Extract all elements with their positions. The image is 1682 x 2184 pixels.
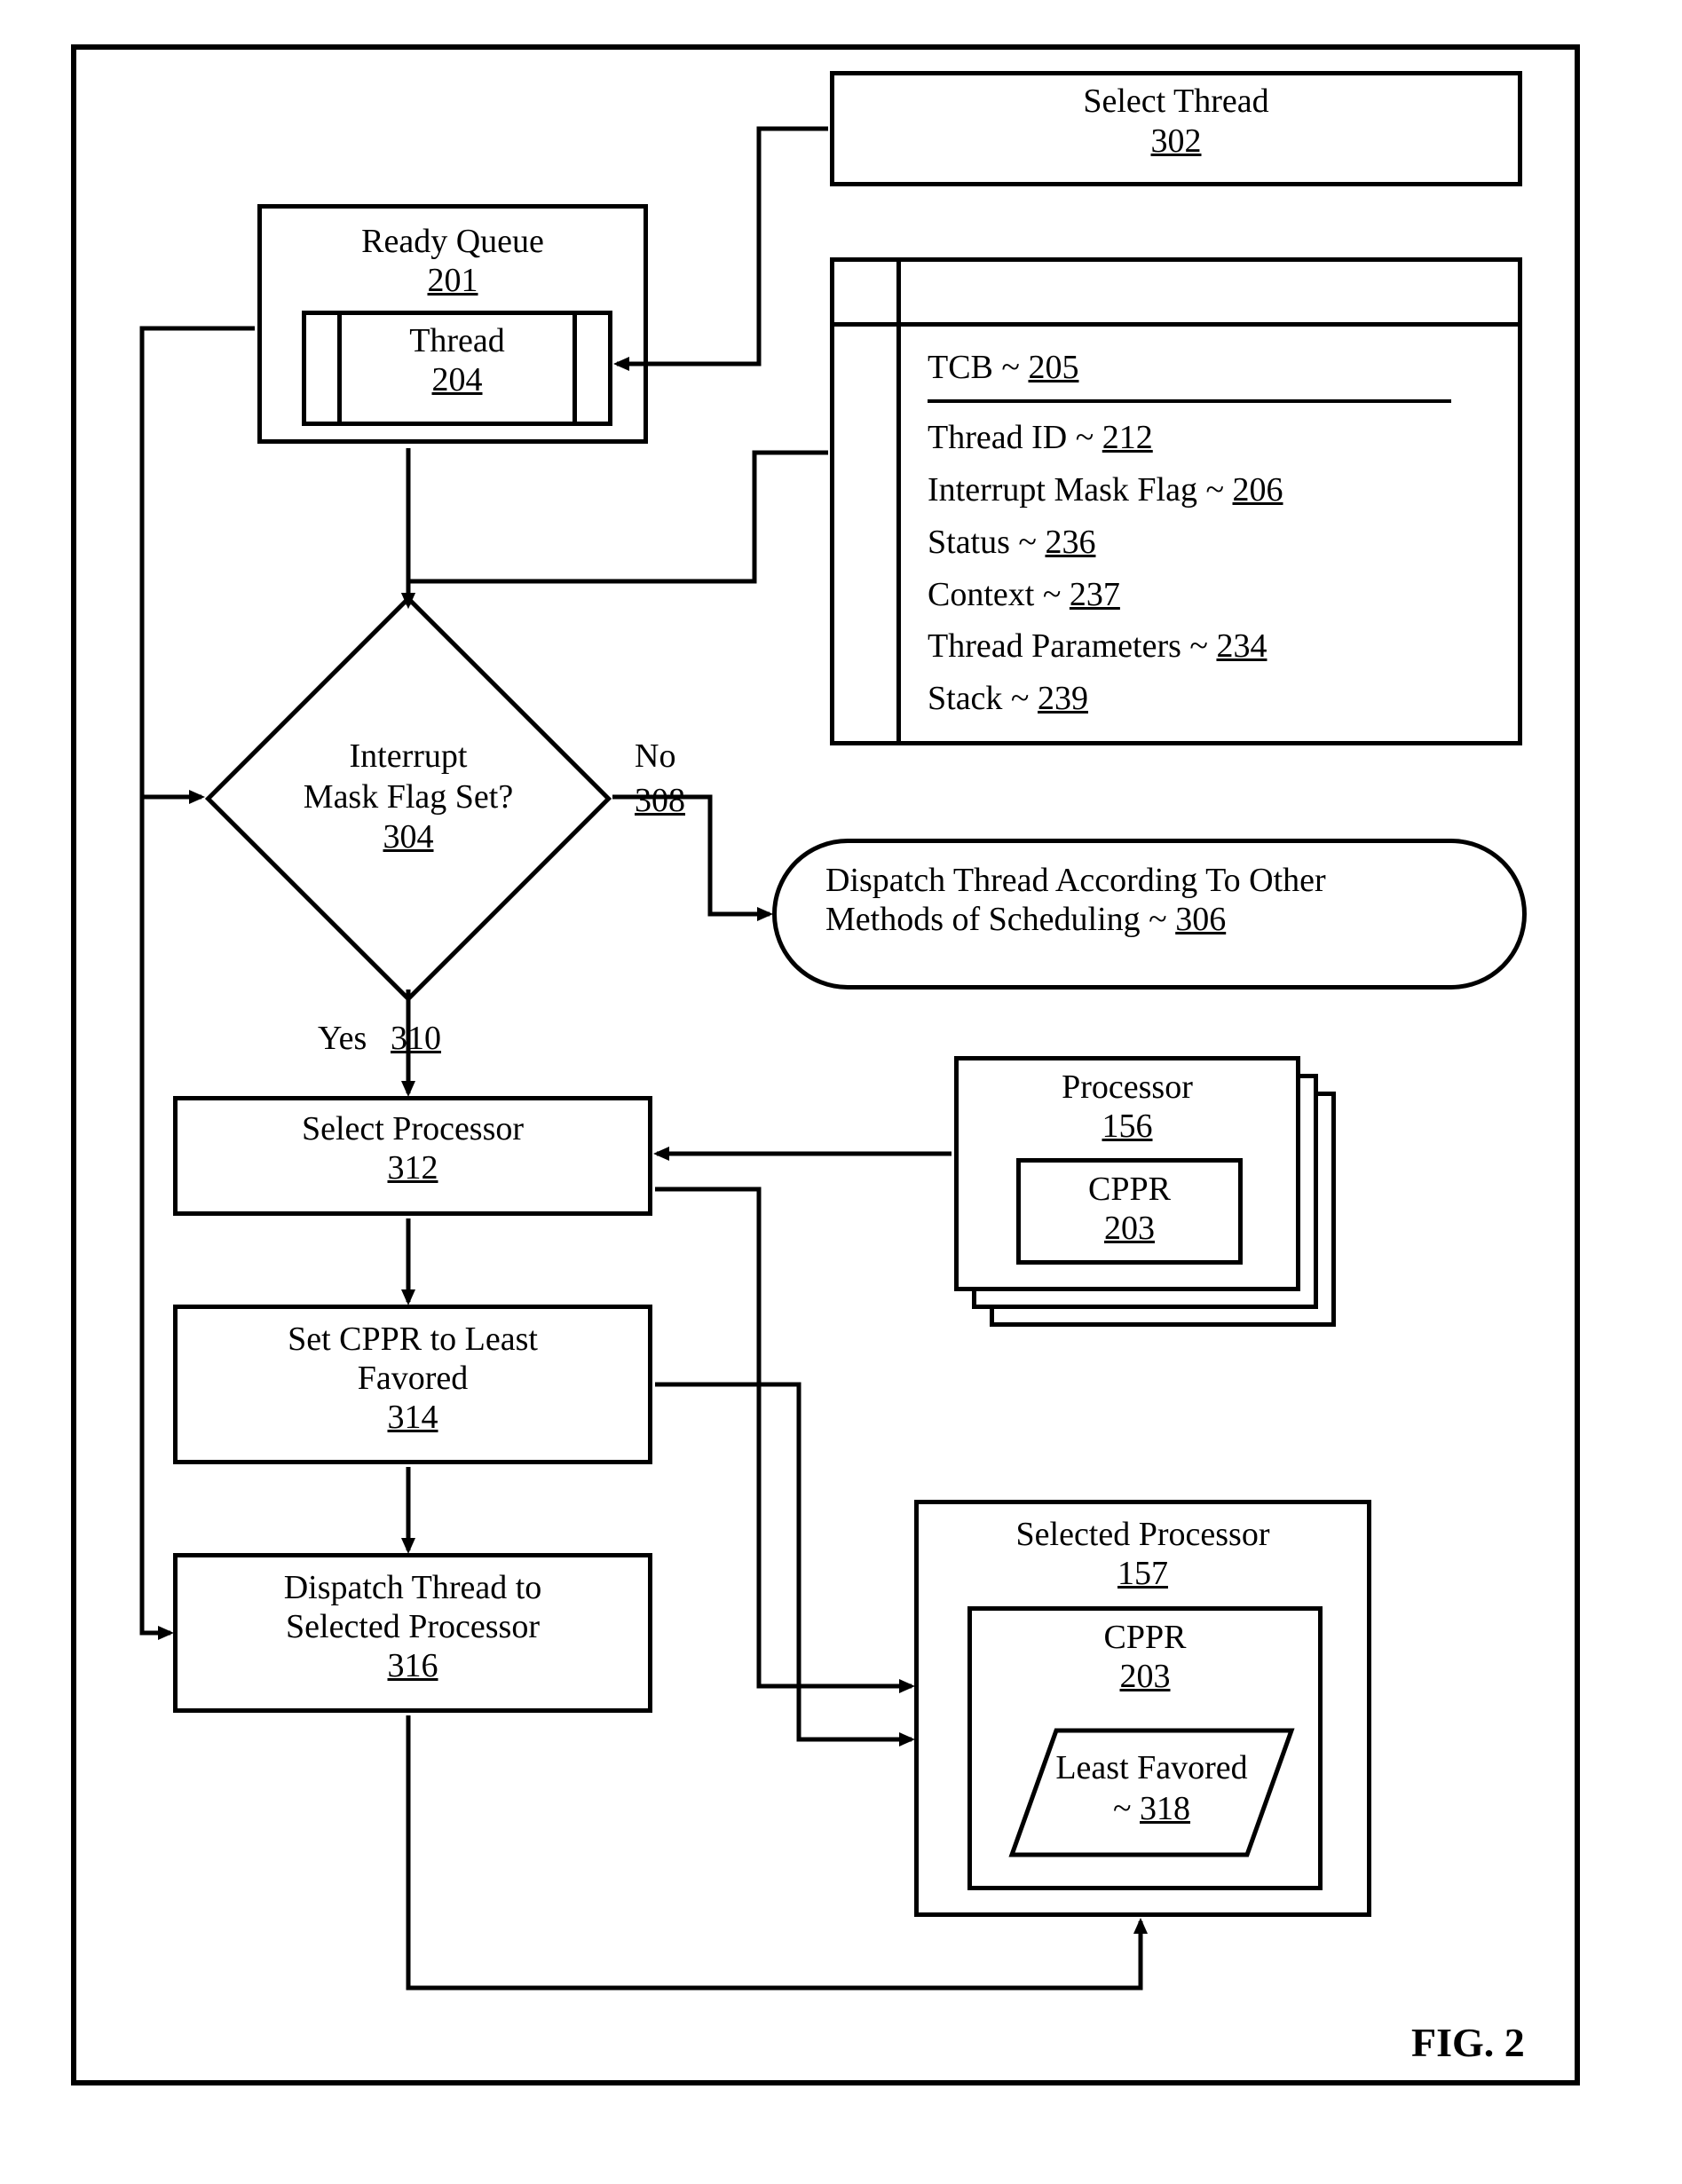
tcb-row-prefix: Thread ID ~ (928, 419, 1102, 456)
tcb-row-ref: 234 (1216, 627, 1267, 665)
tcb-row: Thread ID ~ 212 (928, 412, 1451, 464)
tcb-row-ref: 239 (1038, 680, 1088, 717)
processor-box: Processor 156 CPPR 203 (954, 1056, 1300, 1291)
tcb-title: TCB ~ 205 (928, 342, 1451, 394)
tcb-row: Context ~ 237 (928, 569, 1451, 621)
thread-box: Thread 204 (302, 311, 612, 426)
tcb-row-prefix: Context ~ (928, 576, 1070, 613)
processor-ref: 156 (959, 1107, 1296, 1146)
thread-ref: 204 (342, 360, 573, 399)
dispatch-other-line2: Methods of Scheduling ~ (825, 901, 1175, 938)
yes-ref: 310 (391, 1019, 441, 1058)
dispatch-other-ref: 306 (1175, 901, 1226, 938)
select-thread-label: Select Thread (834, 83, 1518, 122)
dispatch-other-line1: Dispatch Thread According To Other (825, 861, 1473, 900)
tcb-box: TCB ~ 205 Thread ID ~ 212 Interrupt Mask… (830, 257, 1522, 745)
decision-ref: 304 (204, 817, 612, 858)
least-favored-line1: Least Favored (1007, 1748, 1296, 1789)
tcb-row: Thread Parameters ~ 234 (928, 620, 1451, 673)
ready-queue-label: Ready Queue (262, 222, 644, 261)
tcb-title-prefix: TCB ~ (928, 349, 1028, 386)
cppr-box: CPPR 203 (1016, 1158, 1243, 1265)
tcb-row: Stack ~ 239 (928, 673, 1451, 725)
dispatch-selected-ref: 316 (178, 1646, 648, 1685)
tcb-row-prefix: Interrupt Mask Flag ~ (928, 471, 1233, 509)
tcb-row-prefix: Thread Parameters ~ (928, 627, 1216, 665)
dispatch-other-oval: Dispatch Thread According To Other Metho… (772, 839, 1527, 990)
selected-processor-ref: 157 (919, 1554, 1367, 1593)
least-favored-ref: 318 (1140, 1790, 1190, 1827)
tcb-row-prefix: Status ~ (928, 524, 1045, 561)
selected-processor-box: Selected Processor 157 CPPR 203 Least Fa… (914, 1500, 1371, 1917)
tcb-title-ref: 205 (1028, 349, 1078, 386)
no-label: No (635, 737, 675, 776)
tcb-row-ref: 212 (1102, 419, 1153, 456)
selected-cppr-label: CPPR (972, 1618, 1318, 1657)
selected-processor-label: Selected Processor (919, 1515, 1367, 1554)
set-cppr-line1: Set CPPR to Least (178, 1320, 648, 1359)
select-processor-ref: 312 (178, 1148, 648, 1187)
tcb-row-prefix: Stack ~ (928, 680, 1038, 717)
dispatch-selected-line2: Selected Processor (178, 1607, 648, 1646)
dispatch-selected-line1: Dispatch Thread to (178, 1568, 648, 1607)
tcb-row-ref: 237 (1070, 576, 1120, 613)
ready-queue-box: Ready Queue 201 Thread 204 (257, 204, 648, 444)
decision-diamond: Interrupt Mask Flag Set? 304 (204, 608, 612, 990)
decision-line1: Interrupt (204, 737, 612, 777)
select-processor-box: Select Processor 312 (173, 1096, 652, 1216)
select-processor-label: Select Processor (178, 1109, 648, 1148)
tcb-row-ref: 236 (1045, 524, 1095, 561)
figure-label: FIG. 2 (1411, 2019, 1525, 2066)
set-cppr-ref: 314 (178, 1398, 648, 1437)
cppr-label: CPPR (1021, 1170, 1238, 1209)
cppr-ref: 203 (1021, 1209, 1238, 1248)
thread-label: Thread (342, 321, 573, 360)
least-favored-line2-wrap: ~ 318 (1007, 1789, 1296, 1830)
yes-label: Yes (318, 1019, 367, 1058)
set-cppr-line2: Favored (178, 1359, 648, 1398)
select-thread-ref: 302 (834, 122, 1518, 161)
selected-cppr-box: CPPR 203 Least Favored ~ 318 (967, 1606, 1323, 1890)
dispatch-other-line2-wrap: Methods of Scheduling ~ 306 (825, 900, 1473, 939)
decision-line2: Mask Flag Set? (204, 777, 612, 818)
least-favored-prefix: ~ (1113, 1790, 1140, 1827)
tcb-row: Status ~ 236 (928, 516, 1451, 569)
tcb-row-ref: 206 (1233, 471, 1283, 509)
least-favored-parallelogram: Least Favored ~ 318 (1007, 1726, 1296, 1859)
processor-label: Processor (959, 1068, 1296, 1107)
set-cppr-box: Set CPPR to Least Favored 314 (173, 1305, 652, 1464)
select-thread-box: Select Thread 302 (830, 71, 1522, 186)
dispatch-selected-box: Dispatch Thread to Selected Processor 31… (173, 1553, 652, 1713)
ready-queue-ref: 201 (262, 261, 644, 300)
selected-cppr-ref: 203 (972, 1657, 1318, 1696)
no-ref: 308 (635, 781, 685, 820)
tcb-row: Interrupt Mask Flag ~ 206 (928, 464, 1451, 516)
